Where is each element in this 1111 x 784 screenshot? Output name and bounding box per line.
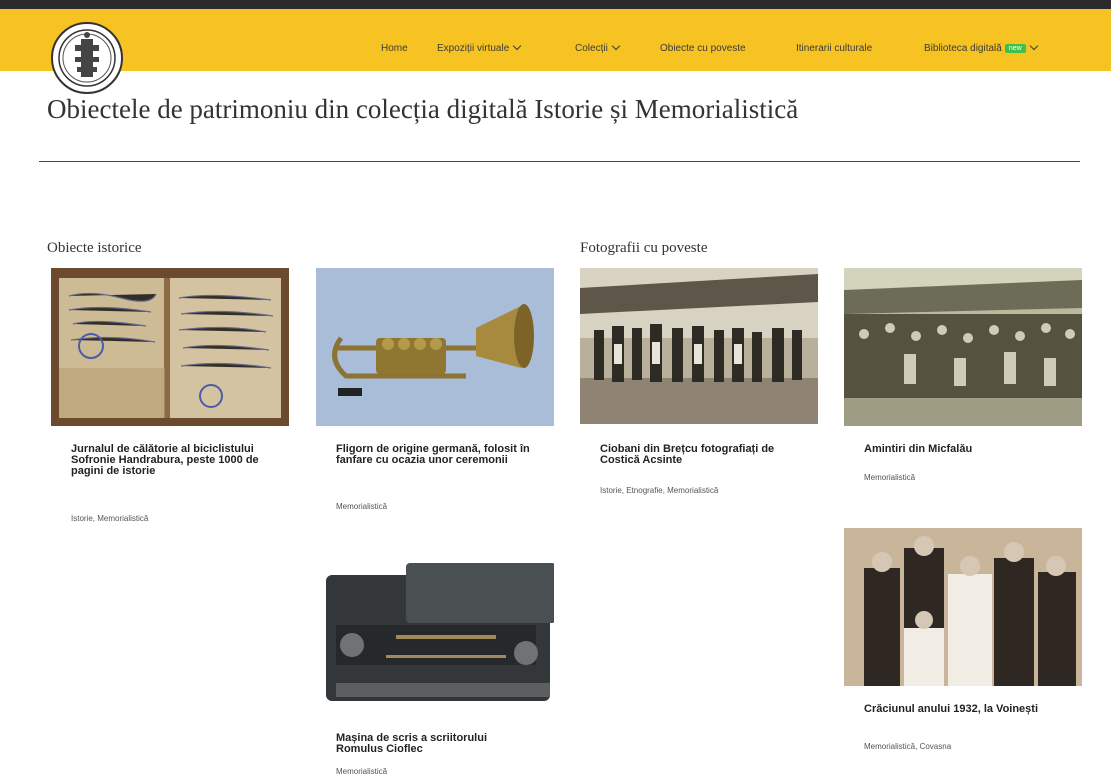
card-journal-tags: Istorie, Memorialistică (71, 514, 149, 523)
card-christmas-1932-title[interactable]: Crăciunul anului 1932, la Voinești (864, 704, 1064, 715)
card-shepherds-title[interactable]: Ciobani din Brețcu fotografiați de Costi… (600, 444, 800, 466)
nav-objects-with-story-label: Obiecte cu poveste (660, 43, 746, 54)
nav-digital-library-label: Biblioteca digitală (924, 43, 1002, 54)
card-micfalau-tags: Memorialistică (864, 473, 916, 482)
nav-digital-library[interactable]: Biblioteca digitală new (924, 41, 1038, 54)
nav-collections-label: Colecții (575, 43, 608, 54)
card-flugelhorn-image (316, 268, 554, 426)
chevron-down-icon (611, 41, 621, 51)
nav-cultural-itineraries[interactable]: Itinerarii culturale (796, 43, 872, 54)
card-christmas-1932-image (844, 528, 1082, 686)
card-shepherds-image (580, 268, 818, 424)
chevron-down-icon (513, 41, 522, 51)
card-journal-image (51, 268, 289, 426)
page-title: Obiectele de patrimoniu din colecția dig… (47, 94, 799, 124)
section-title-historic-objects: Obiecte istorice (47, 240, 142, 256)
nav-collections[interactable]: Colecții (575, 41, 621, 54)
new-badge: new (1004, 44, 1026, 53)
section-title-photos-with-story: Fotografii cu poveste (580, 240, 708, 256)
card-shepherds-tags: Istorie, Etnografie, Memorialistică (600, 486, 719, 495)
card-micfalau-image (844, 268, 1082, 426)
nav-home[interactable]: Home (381, 43, 408, 54)
card-flugelhorn-title[interactable]: Fligorn de origine germană, folosit în f… (336, 444, 536, 466)
main-nav: Home Expoziții virtuale Colecții Obiecte… (0, 41, 1111, 65)
card-journal-title[interactable]: Jurnalul de călătorie al biciclistului S… (71, 444, 271, 477)
navbar: Home Expoziții virtuale Colecții Obiecte… (0, 9, 1111, 94)
top-strip (0, 0, 1111, 9)
chevron-down-icon (1029, 41, 1038, 51)
card-micfalau-title[interactable]: Amintiri din Micfalău (864, 444, 1064, 455)
card-typewriter-title[interactable]: Mașina de scris a scriitorului Romulus C… (336, 733, 536, 755)
nav-home-label: Home (381, 43, 408, 54)
title-divider (39, 161, 1080, 162)
card-christmas-1932-tags: Memorialistică, Covasna (864, 742, 952, 751)
nav-cultural-itineraries-label: Itinerarii culturale (796, 43, 873, 54)
card-typewriter-tags: Memorialistică (336, 767, 388, 776)
nav-virtual-exhibitions[interactable]: Expoziții virtuale (437, 41, 522, 54)
nav-virtual-exhibitions-label: Expoziții virtuale (437, 43, 510, 54)
nav-objects-with-story[interactable]: Obiecte cu poveste (660, 43, 746, 54)
card-typewriter-image (316, 555, 554, 711)
card-flugelhorn-tags: Memorialistică (336, 502, 388, 511)
